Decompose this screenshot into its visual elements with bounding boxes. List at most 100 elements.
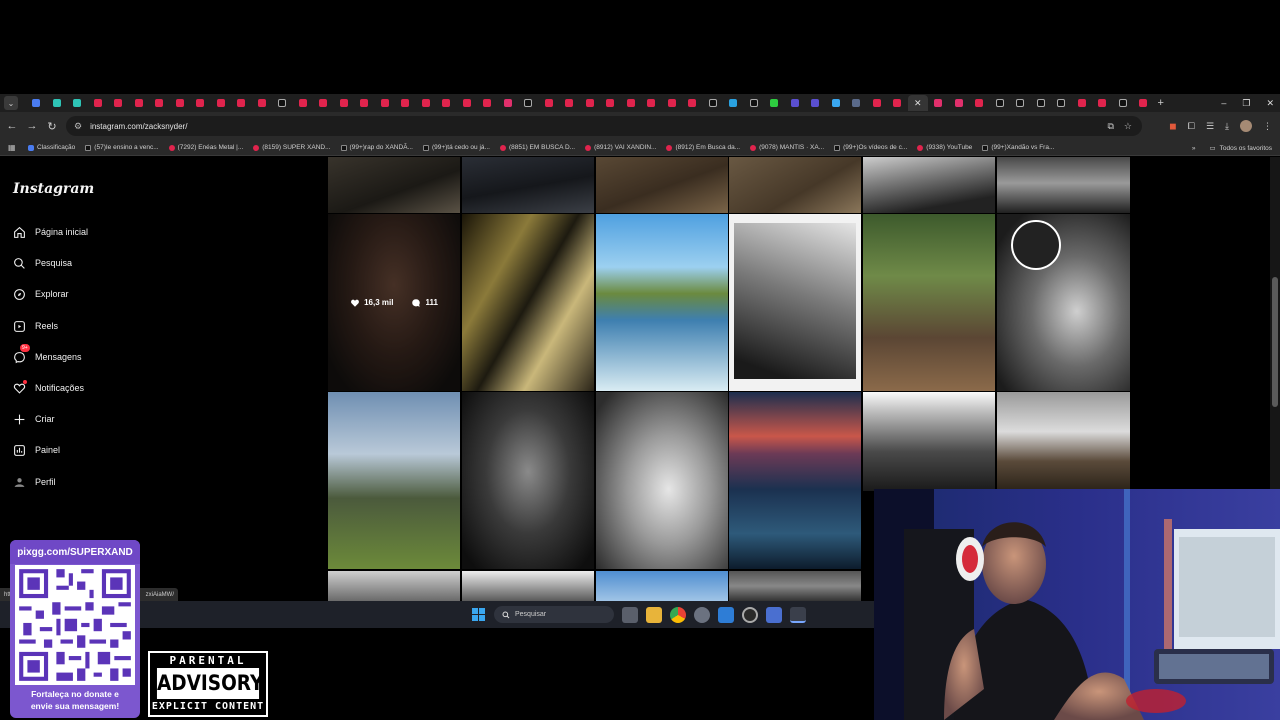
install-app-icon[interactable]: ⧉ xyxy=(1107,121,1113,132)
browser-tab[interactable] xyxy=(621,95,642,111)
browser-tab[interactable] xyxy=(662,95,683,111)
browser-tab[interactable] xyxy=(682,95,703,111)
stream-app-icon[interactable] xyxy=(790,607,806,623)
browser-tab[interactable] xyxy=(47,95,68,111)
bookmark-item[interactable]: Classificação xyxy=(28,144,75,151)
browser-tab[interactable] xyxy=(416,95,437,111)
close-tab-icon[interactable]: ✕ xyxy=(914,98,922,109)
bookmark-star-icon[interactable]: ☆ xyxy=(1124,121,1132,132)
post-tile[interactable] xyxy=(328,157,460,213)
post-tile[interactable] xyxy=(596,571,728,601)
browser-tab[interactable] xyxy=(354,95,375,111)
reload-button[interactable]: ↻ xyxy=(42,120,62,133)
browser-tab[interactable] xyxy=(949,95,970,111)
browser-tab[interactable] xyxy=(703,95,724,111)
browser-tab[interactable] xyxy=(457,95,478,111)
new-tab-button[interactable]: + xyxy=(1158,97,1164,109)
settings-icon[interactable] xyxy=(694,607,710,623)
bookmark-item[interactable]: (99+)tá cedo ou já... xyxy=(422,144,490,151)
browser-tab[interactable] xyxy=(887,95,908,111)
post-tile[interactable] xyxy=(462,571,594,601)
nav-create[interactable]: Criar xyxy=(12,409,55,429)
browser-tab[interactable] xyxy=(600,95,621,111)
post-tile[interactable] xyxy=(729,214,861,391)
task-view-icon[interactable] xyxy=(622,607,638,623)
post-tile[interactable] xyxy=(997,214,1130,391)
nav-search[interactable]: Pesquisa xyxy=(12,253,72,273)
browser-tab[interactable] xyxy=(990,95,1011,111)
browser-tab[interactable] xyxy=(539,95,560,111)
browser-tab[interactable] xyxy=(211,95,232,111)
nav-reels[interactable]: Reels xyxy=(12,316,58,336)
browser-tab[interactable] xyxy=(477,95,498,111)
browser-tab[interactable] xyxy=(723,95,744,111)
post-tile[interactable] xyxy=(596,214,728,391)
more-bookmarks-button[interactable]: » xyxy=(1192,145,1196,152)
scrollbar-thumb[interactable] xyxy=(1272,277,1278,407)
nav-messages[interactable]: 9+ Mensagens xyxy=(12,344,82,367)
back-button[interactable]: ← xyxy=(2,120,22,132)
post-tile[interactable] xyxy=(863,214,995,391)
taskbar-search-box[interactable]: Pesquisar xyxy=(494,606,614,623)
windows-start-icon[interactable] xyxy=(472,608,485,621)
browser-tab[interactable] xyxy=(88,95,109,111)
maximize-button[interactable]: ❐ xyxy=(1242,98,1250,109)
bookmark-item[interactable]: (8159) SUPER XAND... xyxy=(253,144,331,151)
browser-tab[interactable] xyxy=(846,95,867,111)
browser-tab[interactable] xyxy=(26,95,47,111)
browser-tab[interactable] xyxy=(1010,95,1031,111)
browser-tab[interactable] xyxy=(1031,95,1052,111)
address-bar[interactable]: ⚙ instagram.com/zacksnyder/ ⧉ ☆ xyxy=(66,116,1142,136)
close-window-button[interactable]: ✕ xyxy=(1266,98,1274,109)
bookmark-item[interactable]: (8912) Em Busca da... xyxy=(666,144,740,151)
browser-tab[interactable] xyxy=(395,95,416,111)
browser-tab[interactable] xyxy=(641,95,662,111)
nav-home[interactable]: Página inicial xyxy=(12,222,88,242)
post-tile[interactable] xyxy=(328,392,460,569)
browser-tab[interactable] xyxy=(149,95,170,111)
browser-tab[interactable] xyxy=(580,95,601,111)
browser-tab[interactable] xyxy=(293,95,314,111)
bookmark-item[interactable]: (9078) MANTIS · XA... xyxy=(750,144,824,151)
browser-tab[interactable] xyxy=(1092,95,1113,111)
photos-icon[interactable] xyxy=(718,607,734,623)
browser-tab[interactable] xyxy=(272,95,293,111)
browser-tab[interactable] xyxy=(498,95,519,111)
tab-active[interactable]: ✕ xyxy=(907,95,928,111)
bookmark-item[interactable]: (99+)rap do XANDÃ... xyxy=(340,144,413,151)
post-tile[interactable] xyxy=(729,571,861,601)
post-tile[interactable] xyxy=(596,157,728,213)
bookmark-item[interactable]: (57)Ie ensino a venc... xyxy=(85,144,159,151)
browser-tab[interactable] xyxy=(867,95,888,111)
browser-tab[interactable] xyxy=(1133,95,1154,111)
profile-avatar[interactable] xyxy=(1240,120,1252,132)
browser-tab[interactable] xyxy=(785,95,806,111)
browser-tab[interactable] xyxy=(1072,95,1093,111)
obs-icon[interactable] xyxy=(742,607,758,623)
post-tile[interactable] xyxy=(462,157,594,213)
extensions-icon[interactable]: ⧠ xyxy=(1188,121,1195,132)
office-extension-icon[interactable]: ◼ xyxy=(1169,121,1176,132)
browser-tab[interactable] xyxy=(928,95,949,111)
post-tile[interactable] xyxy=(997,392,1130,491)
menu-icon[interactable]: ⋮ xyxy=(1263,121,1272,132)
nav-notifications[interactable]: Notificações xyxy=(12,378,84,398)
post-tile[interactable] xyxy=(462,392,594,569)
bookmark-item[interactable]: (99+)Xandão vs Fra... xyxy=(982,144,1054,151)
browser-tab[interactable] xyxy=(559,95,580,111)
post-tile[interactable] xyxy=(729,392,861,569)
all-bookmarks-button[interactable]: ▭ Todos os favoritos xyxy=(1209,144,1272,153)
forward-button[interactable]: → xyxy=(22,120,42,132)
file-explorer-icon[interactable] xyxy=(646,607,662,623)
browser-tab[interactable] xyxy=(518,95,539,111)
bookmark-item[interactable]: (7292) Enéas Metal |... xyxy=(168,144,243,151)
browser-tab[interactable] xyxy=(252,95,273,111)
browser-tab[interactable] xyxy=(744,95,765,111)
browser-tab[interactable] xyxy=(67,95,88,111)
bookmark-item[interactable]: (9338) YouTube xyxy=(917,144,972,151)
browser-tab[interactable] xyxy=(969,95,990,111)
site-info-icon[interactable]: ⚙ xyxy=(74,121,82,132)
post-tile[interactable] xyxy=(596,392,728,569)
instagram-logo[interactable]: Instagram xyxy=(13,181,94,197)
post-tile[interactable] xyxy=(328,571,460,601)
